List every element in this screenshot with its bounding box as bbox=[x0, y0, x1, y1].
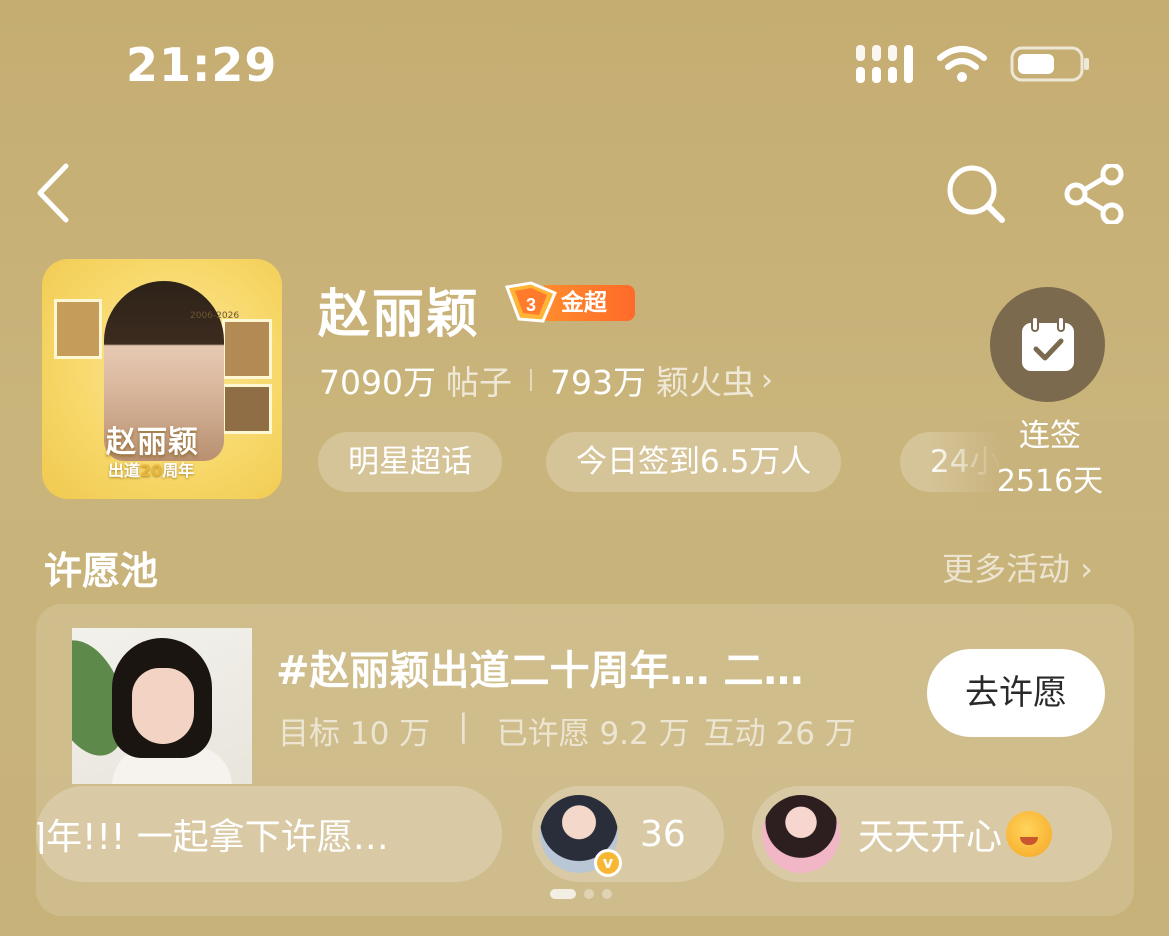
chevron-right-icon[interactable]: › bbox=[761, 363, 773, 398]
make-wish-button[interactable]: 去许愿 bbox=[927, 649, 1105, 737]
wish-bubble[interactable]: v 36 bbox=[532, 786, 724, 882]
cover-years: 2006-2026 bbox=[190, 311, 240, 321]
search-icon[interactable] bbox=[944, 162, 1008, 226]
cover-photo-frame bbox=[222, 384, 272, 434]
signal-icon bbox=[856, 45, 913, 83]
tag-checkin-today[interactable]: 今日签到6.5万人 bbox=[546, 432, 842, 492]
back-icon[interactable] bbox=[30, 160, 78, 226]
pagination-dots bbox=[550, 889, 612, 899]
more-activities-link[interactable]: 更多活动 › bbox=[942, 544, 1093, 590]
posts-label: 帖子 bbox=[445, 363, 512, 402]
supertopic-name: 赵丽颖 bbox=[318, 285, 481, 345]
calendar-check-icon bbox=[1021, 315, 1074, 371]
wish-bubble[interactable]: 天天开心 bbox=[752, 786, 1112, 882]
wish-bubble[interactable]: ]年!!! 一起拿下许愿… bbox=[36, 786, 502, 882]
supertopic-cover: 2006-2026 赵丽颖 出道20周年 bbox=[42, 259, 282, 499]
wish-meta: 目标 10 万 | 已许愿 9.2 万 互动 26 万 bbox=[278, 708, 856, 753]
cover-subtitle: 出道20周年 bbox=[108, 461, 195, 480]
wifi-icon bbox=[937, 46, 987, 82]
supertopic-stats: 7090万 帖子 793万 颖火虫 › bbox=[319, 356, 773, 404]
wish-bubble-text: ]年!!! 一起拿下许愿… bbox=[36, 817, 389, 858]
checkin-label: 连签 bbox=[1019, 418, 1081, 454]
section-title: 许愿池 bbox=[44, 549, 159, 593]
wish-title[interactable]: #赵丽颖出道二十周年… 二… bbox=[276, 638, 896, 696]
wish-bubble-count: 36 bbox=[640, 813, 686, 855]
avatar[interactable]: v bbox=[540, 795, 622, 877]
status-time: 21:29 bbox=[126, 38, 278, 92]
battery-icon bbox=[1010, 46, 1089, 82]
divider bbox=[529, 369, 532, 391]
smiling-emoji-icon bbox=[1006, 811, 1053, 857]
tag-star-supertopic[interactable]: 明星超话 bbox=[318, 432, 502, 492]
svg-text:3: 3 bbox=[526, 295, 536, 315]
interaction-count: 互动 26 万 bbox=[703, 716, 856, 752]
checkin-button[interactable] bbox=[990, 287, 1105, 402]
fans-label[interactable]: 颖火虫 bbox=[656, 356, 755, 404]
level-badge[interactable]: 金超 3 bbox=[501, 279, 635, 325]
share-icon[interactable] bbox=[1064, 164, 1128, 224]
pagination-dot bbox=[550, 889, 576, 899]
verified-badge-icon: v bbox=[594, 849, 622, 877]
wish-image[interactable] bbox=[72, 628, 252, 784]
checkin-days: 2516天 bbox=[996, 464, 1104, 499]
diamond-icon: 3 bbox=[504, 281, 557, 323]
cover-photo-frame bbox=[54, 299, 102, 359]
avatar[interactable] bbox=[762, 795, 840, 873]
posts-count: 7090万 bbox=[319, 363, 436, 402]
cover-photo-frame bbox=[222, 319, 272, 379]
divider: | bbox=[458, 708, 469, 744]
wish-bubble-text: 天天开心 bbox=[858, 817, 1003, 858]
fans-count[interactable]: 793万 bbox=[550, 356, 646, 404]
wish-count: 已许愿 9.2 万 bbox=[496, 716, 690, 752]
pagination-dot bbox=[602, 889, 612, 899]
pagination-dot bbox=[584, 889, 594, 899]
cover-title: 赵丽颖 bbox=[106, 425, 199, 460]
wish-target: 目标 10 万 bbox=[278, 716, 431, 752]
